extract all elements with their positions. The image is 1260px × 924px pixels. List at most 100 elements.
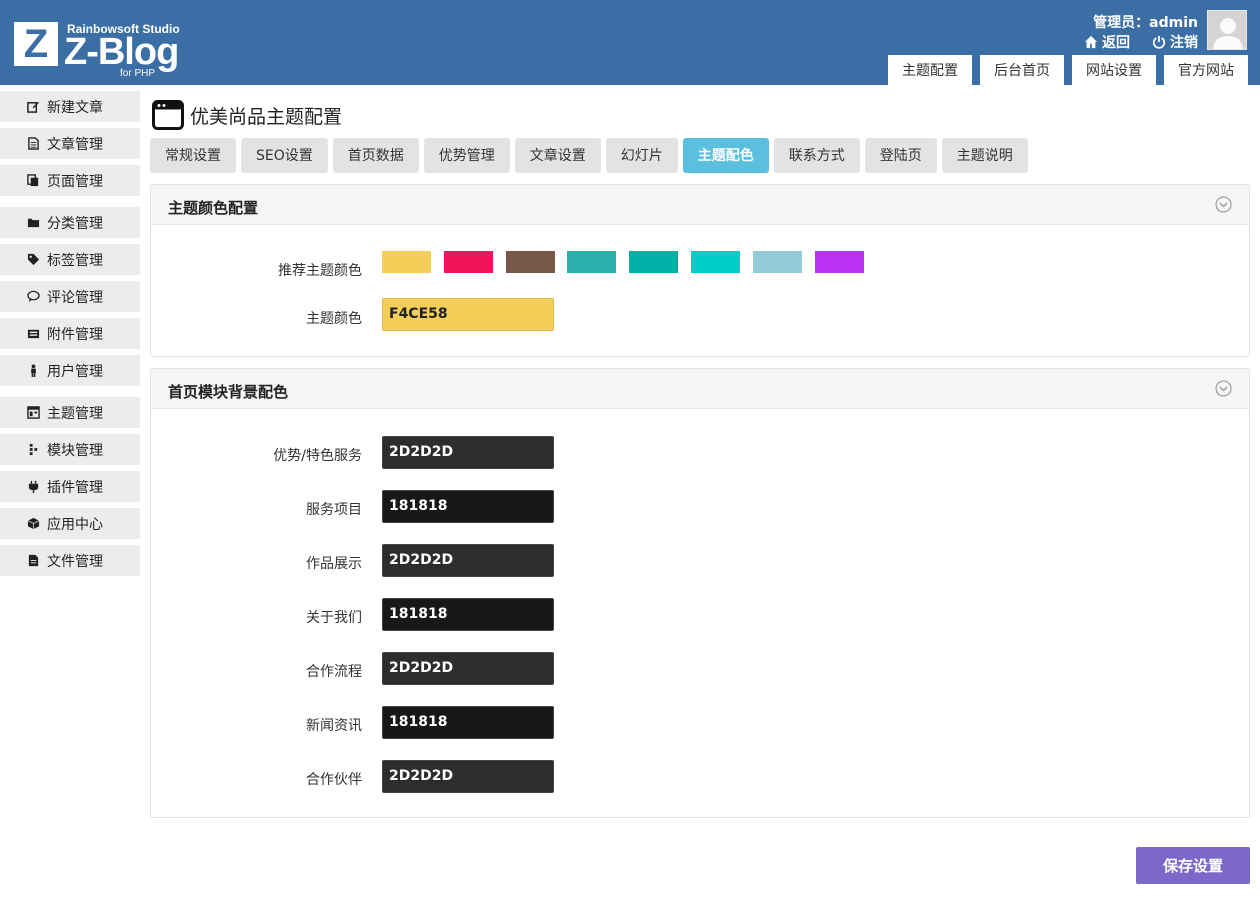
bg-row-label: 合作伙伴 [306,772,362,788]
color-swatch[interactable] [444,251,493,273]
panel-header: 主题颜色配置 [151,185,1249,225]
edit-icon [26,100,40,114]
logo-mark: Z [14,22,58,66]
color-swatch[interactable] [567,251,616,273]
comment-icon [26,290,40,304]
sidebar-item-label: 文章管理 [47,136,103,153]
recommend-colors-label: 推荐主题颜色 [278,263,362,279]
page-title-text: 优美尚品主题配置 [190,105,343,128]
attachment-icon [26,327,40,341]
theme-color-input[interactable]: F4CE58 [382,298,554,331]
tab-theme-info[interactable]: 主题说明 [941,138,1028,173]
tag-icon [26,253,40,267]
top-header: Z Rainbowsoft Studio Z-Blog for PHP 管理员：… [0,0,1260,85]
tab-slideshow[interactable]: 幻灯片 [605,138,678,173]
tab-contact[interactable]: 联系方式 [773,138,860,173]
sidebar-item-label: 主题管理 [47,405,103,422]
home-icon [1084,35,1098,49]
sidebar-item-label: 附件管理 [47,326,103,343]
tab-login-page[interactable]: 登陆页 [864,138,937,173]
folder-icon [26,216,40,230]
sidebar-item-app-center[interactable]: 应用中心 [0,508,140,539]
file-icon [26,554,40,568]
tab-seo[interactable]: SEO设置 [241,138,328,173]
panel-title: 首页模块背景配色 [168,383,289,401]
color-swatch[interactable] [382,251,431,273]
power-icon [1152,35,1166,49]
bg-color-input[interactable]: 181818 [382,706,554,739]
window-icon [152,100,184,130]
tab-home-data[interactable]: 首页数据 [332,138,419,173]
tab-theme-colors[interactable]: 主题配色 [682,138,769,173]
sidebar-item-label: 应用中心 [47,516,103,533]
logout-link-label: 注销 [1170,35,1198,51]
chevron-down-icon[interactable] [1215,196,1232,213]
zblog-logo[interactable]: Z Rainbowsoft Studio Z-Blog for PHP [14,22,194,82]
color-swatch[interactable] [691,251,740,273]
pages-icon [26,174,40,188]
back-link-label: 返回 [1102,35,1130,51]
page-title: 优美尚品主题配置 [152,100,342,130]
sidebar-item-theme-manage[interactable]: 主题管理 [0,397,140,428]
bg-row-label: 优势/特色服务 [273,448,362,464]
bg-color-input[interactable]: 181818 [382,598,554,631]
bg-row-label: 新闻资讯 [306,718,362,734]
logo-sub-text: for PHP [120,68,156,79]
sidebar-item-article-manage[interactable]: 文章管理 [0,128,140,159]
top-tab-theme-config[interactable]: 主题配置 [888,55,972,85]
sidebar-item-plugin-manage[interactable]: 插件管理 [0,471,140,502]
color-swatch[interactable] [753,251,802,273]
theme-icon [26,406,40,420]
sidebar-item-tag-manage[interactable]: 标签管理 [0,244,140,275]
sidebar-item-page-manage[interactable]: 页面管理 [0,165,140,196]
sidebar-item-label: 标签管理 [47,252,103,269]
color-swatch[interactable] [629,251,678,273]
sidebar-item-new-article[interactable]: 新建文章 [0,91,140,122]
panel-title: 主题颜色配置 [168,199,259,217]
sidebar-item-label: 分类管理 [47,215,103,232]
panel-header: 首页模块背景配色 [151,369,1249,409]
sidebar-item-category-manage[interactable]: 分类管理 [0,207,140,238]
bg-row-label: 服务项目 [306,502,362,518]
document-icon [26,137,40,151]
avatar[interactable] [1207,10,1247,50]
sidebar-item-label: 页面管理 [47,173,103,190]
tab-article-settings[interactable]: 文章设置 [514,138,601,173]
bg-row-label: 关于我们 [306,610,362,626]
bg-color-input[interactable]: 2D2D2D [382,760,554,793]
top-tab-admin-home[interactable]: 后台首页 [980,55,1064,85]
color-swatch[interactable] [506,251,555,273]
bg-color-input[interactable]: 181818 [382,490,554,523]
top-tab-official-site[interactable]: 官方网站 [1164,55,1248,85]
sidebar-item-file-manage[interactable]: 文件管理 [0,545,140,576]
tab-advantages[interactable]: 优势管理 [423,138,510,173]
back-link[interactable]: 返回 [1084,32,1130,52]
sidebar-item-module-manage[interactable]: 模块管理 [0,434,140,465]
top-tab-site-settings[interactable]: 网站设置 [1072,55,1156,85]
admin-label: 管理员：admin [1093,15,1198,31]
sidebar-item-comment-manage[interactable]: 评论管理 [0,281,140,312]
sidebar-item-label: 模块管理 [47,442,103,459]
settings-tabs: 常规设置 SEO设置 首页数据 优势管理 文章设置 幻灯片 主题配色 联系方式 … [150,138,1028,173]
sidebar-item-label: 新建文章 [47,99,103,116]
color-swatch[interactable] [815,251,864,273]
save-settings-button[interactable]: 保存设置 [1136,847,1250,884]
bg-color-input[interactable]: 2D2D2D [382,544,554,577]
logout-link[interactable]: 注销 [1152,32,1198,52]
chevron-down-icon[interactable] [1215,380,1232,397]
module-icon [26,443,40,457]
sidebar-item-user-manage[interactable]: 用户管理 [0,355,140,386]
plugin-icon [26,480,40,494]
sidebar-item-label: 评论管理 [47,289,103,306]
user-avatar-icon [1208,11,1246,49]
sidebar-item-label: 文件管理 [47,553,103,570]
bg-color-input[interactable]: 2D2D2D [382,436,554,469]
theme-color-panel: 主题颜色配置 推荐主题颜色 主题颜色 F4CE58 [150,184,1250,357]
module-bg-panel: 首页模块背景配色 优势/特色服务 2D2D2D 服务项目 181818 作品展示… [150,368,1250,818]
logo-name-text: Z-Blog [64,31,179,73]
sidebar-item-label: 插件管理 [47,479,103,496]
sidebar-item-attachment-manage[interactable]: 附件管理 [0,318,140,349]
sidebar-item-label: 用户管理 [47,363,103,380]
bg-color-input[interactable]: 2D2D2D [382,652,554,685]
tab-general[interactable]: 常规设置 [150,138,236,173]
